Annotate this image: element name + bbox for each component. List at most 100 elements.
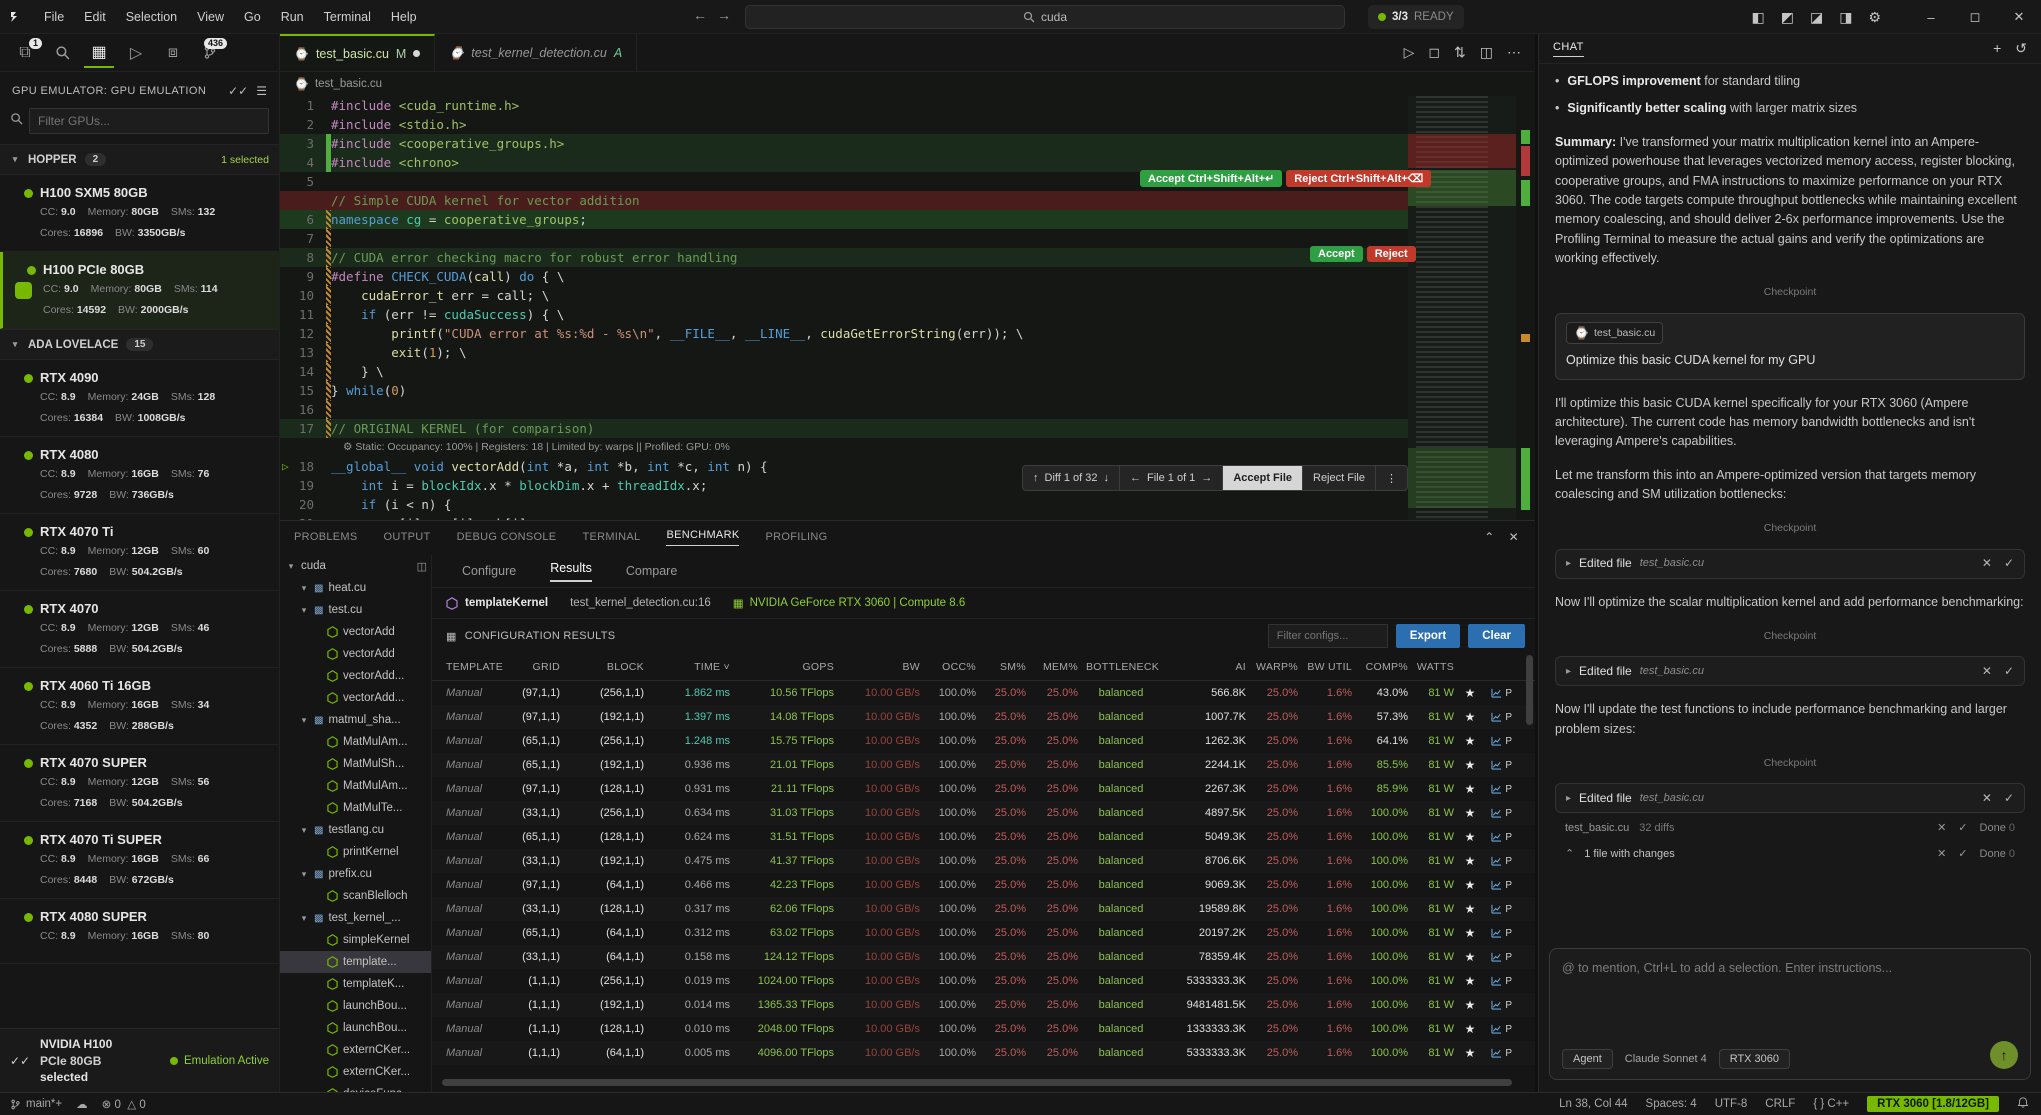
reject-change-button[interactable]: Reject Ctrl+Shift+Alt+⌫ bbox=[1286, 170, 1431, 187]
reject-file-button[interactable]: Reject File bbox=[1303, 466, 1376, 490]
tree-item-vectoradd---[interactable]: vectorAdd... bbox=[280, 665, 431, 687]
eol-sequence[interactable]: CRLF bbox=[1765, 1098, 1795, 1110]
cursor-position[interactable]: Ln 38, Col 44 bbox=[1559, 1098, 1627, 1110]
favorite-star-icon[interactable]: ★ bbox=[1462, 806, 1486, 820]
gpu-card[interactable]: RTX 4070 SUPERCC: 8.9Memory: 12GBSMs: 56… bbox=[0, 745, 279, 822]
favorite-star-icon[interactable]: ★ bbox=[1462, 950, 1486, 964]
favorite-star-icon[interactable]: ★ bbox=[1462, 782, 1486, 796]
column-header-bottleneck[interactable]: BOTTLENECK bbox=[1086, 661, 1164, 673]
chat-messages[interactable]: •GFLOPS improvement for standard tiling•… bbox=[1539, 64, 2041, 880]
encoding[interactable]: UTF-8 bbox=[1715, 1098, 1748, 1110]
table-row[interactable]: Manual(1,1,1)(128,1,1)0.010 ms2048.00 TF… bbox=[432, 1017, 1535, 1041]
keep-icon[interactable]: ✓ bbox=[2004, 789, 2014, 808]
breadcrumb[interactable]: ⌚ test_basic.cu bbox=[280, 72, 1535, 96]
history-icon[interactable]: ↺ bbox=[2015, 40, 2027, 57]
select-all-icon[interactable]: ✓✓ bbox=[228, 84, 248, 98]
accept-file-button[interactable]: Accept File bbox=[1223, 466, 1303, 490]
table-row[interactable]: Manual(33,1,1)(256,1,1)0.634 ms31.03 TFl… bbox=[432, 801, 1535, 825]
menu-go[interactable]: Go bbox=[234, 10, 271, 24]
horizontal-scrollbar[interactable] bbox=[442, 1079, 1512, 1086]
column-header-bw[interactable]: BW bbox=[842, 661, 928, 673]
vertical-scrollbar[interactable] bbox=[1526, 655, 1533, 725]
panel-tab-debug-console[interactable]: DEBUG CONSOLE bbox=[457, 531, 557, 543]
menu-terminal[interactable]: Terminal bbox=[314, 10, 381, 24]
favorite-star-icon[interactable]: ★ bbox=[1462, 686, 1486, 700]
keep-icon[interactable]: ✓ bbox=[1958, 846, 1967, 863]
bell-icon[interactable] bbox=[2017, 1096, 2029, 1112]
layout-bottom-icon[interactable]: ◪ bbox=[1810, 9, 1823, 26]
table-row[interactable]: Manual(1,1,1)(256,1,1)0.019 ms1024.00 TF… bbox=[432, 969, 1535, 993]
profile-chart-button[interactable]: P bbox=[1486, 928, 1520, 939]
chevron-up-icon[interactable]: ⌃ bbox=[1484, 530, 1494, 544]
profile-chart-button[interactable]: P bbox=[1486, 880, 1520, 891]
accept-change-button[interactable]: Accept bbox=[1310, 246, 1363, 262]
file-diffs-row[interactable]: test_basic.cu32 diffs✕✓Done 0 bbox=[1555, 817, 2025, 839]
favorite-star-icon[interactable]: ★ bbox=[1462, 734, 1486, 748]
filter-list-icon[interactable]: ☰ bbox=[256, 84, 267, 98]
more-actions-icon[interactable]: ⋯ bbox=[1507, 44, 1521, 61]
favorite-star-icon[interactable]: ★ bbox=[1462, 974, 1486, 988]
gpu-emulator-view-icon[interactable]: ▦ bbox=[84, 38, 114, 68]
tree-item-test-cu[interactable]: ▾▩test.cu bbox=[280, 599, 431, 621]
menu-run[interactable]: Run bbox=[271, 10, 314, 24]
profile-chart-button[interactable]: P bbox=[1486, 760, 1520, 771]
source-control-icon[interactable]: 436 bbox=[195, 38, 225, 68]
discard-icon[interactable]: ✕ bbox=[1982, 662, 1992, 681]
gpu-status-chip[interactable]: RTX 3060 [1.8/12GB] bbox=[1867, 1096, 1999, 1112]
table-row[interactable]: Manual(65,1,1)(256,1,1)1.248 ms15.75 TFl… bbox=[432, 729, 1535, 753]
favorite-star-icon[interactable]: ★ bbox=[1462, 1022, 1486, 1036]
gpu-card[interactable]: RTX 4090CC: 8.9Memory: 24GBSMs: 128Cores… bbox=[0, 360, 279, 437]
subtab-compare[interactable]: Compare bbox=[626, 564, 677, 578]
panel-tab-output[interactable]: OUTPUT bbox=[384, 531, 431, 543]
column-header-template[interactable]: TEMPLATE bbox=[432, 661, 490, 673]
code-area[interactable]: 1#include <cuda_runtime.h>2#include <std… bbox=[280, 96, 1408, 520]
column-header-sm[interactable]: SM% bbox=[984, 661, 1034, 673]
gpu-card[interactable]: RTX 4080CC: 8.9Memory: 16GBSMs: 76Cores:… bbox=[0, 437, 279, 514]
table-row[interactable]: Manual(97,1,1)(192,1,1)1.397 ms14.08 TFl… bbox=[432, 705, 1535, 729]
column-header-bwutil[interactable]: BW UTIL bbox=[1306, 661, 1360, 673]
gpu-context-chip[interactable]: RTX 3060 bbox=[1719, 1049, 1790, 1069]
favorite-star-icon[interactable]: ★ bbox=[1462, 926, 1486, 940]
column-header-watts[interactable]: WATTS bbox=[1416, 661, 1462, 673]
profile-chart-button[interactable]: P bbox=[1486, 784, 1520, 795]
table-row[interactable]: Manual(1,1,1)(192,1,1)0.014 ms1365.33 TF… bbox=[432, 993, 1535, 1017]
gpu-card[interactable]: RTX 4080 SUPERCC: 8.9Memory: 16GBSMs: 80 bbox=[0, 899, 279, 964]
favorite-star-icon[interactable]: ★ bbox=[1462, 758, 1486, 772]
menu-view[interactable]: View bbox=[187, 10, 234, 24]
diff-nav[interactable]: ↑Diff 1 of 32↓ bbox=[1023, 466, 1120, 490]
split-editor-icon[interactable]: ◫ bbox=[1480, 44, 1493, 61]
codelens[interactable]: ⚙ Static: Occupancy: 100% | Registers: 1… bbox=[280, 438, 730, 457]
column-header-time[interactable]: TIME ˅ bbox=[652, 661, 738, 673]
profile-chart-button[interactable]: P bbox=[1486, 808, 1520, 819]
command-search-input[interactable]: cuda bbox=[745, 5, 1345, 29]
tree-item-test-kernel----[interactable]: ▾▩test_kernel_... bbox=[280, 907, 431, 929]
edited-file-row[interactable]: ▸Edited filetest_basic.cu✕✓ bbox=[1555, 549, 2025, 579]
split-icon[interactable]: ◫ bbox=[417, 560, 427, 573]
sync-icon[interactable]: ☁ bbox=[76, 1097, 88, 1111]
favorite-star-icon[interactable]: ★ bbox=[1462, 902, 1486, 916]
favorite-star-icon[interactable]: ★ bbox=[1462, 878, 1486, 892]
favorite-star-icon[interactable]: ★ bbox=[1462, 1046, 1486, 1060]
profile-chart-button[interactable]: P bbox=[1486, 832, 1520, 843]
explorer-icon[interactable]: ⧉1 bbox=[10, 38, 40, 68]
table-row[interactable]: Manual(97,1,1)(128,1,1)0.931 ms21.11 TFl… bbox=[432, 777, 1535, 801]
keep-icon[interactable]: ✓ bbox=[2004, 662, 2014, 681]
layout-panel-icon[interactable]: ◧ bbox=[1752, 9, 1765, 26]
agent-mode-button[interactable]: Agent bbox=[1562, 1049, 1613, 1069]
run-kernel-icon[interactable]: ▷ bbox=[282, 457, 289, 476]
menu-file[interactable]: File bbox=[34, 10, 74, 24]
tree-item-launchbou---[interactable]: launchBou... bbox=[280, 995, 431, 1017]
table-row[interactable]: Manual(33,1,1)(192,1,1)0.475 ms41.37 TFl… bbox=[432, 849, 1535, 873]
favorite-star-icon[interactable]: ★ bbox=[1462, 998, 1486, 1012]
package-icon[interactable]: ◻ bbox=[1428, 44, 1440, 61]
tree-item-templatek---[interactable]: templateK... bbox=[280, 973, 431, 995]
tree-item-matmulsh---[interactable]: MatMulSh... bbox=[280, 753, 431, 775]
profile-chart-button[interactable]: P bbox=[1486, 904, 1520, 915]
run-file-icon[interactable]: ▷ bbox=[1404, 44, 1415, 61]
files-with-changes-row[interactable]: ⌃1 file with changes✕✓Done 0 bbox=[1555, 843, 2025, 865]
profile-chart-button[interactable]: P bbox=[1486, 1024, 1520, 1035]
git-compare-icon[interactable]: ⇅ bbox=[1454, 44, 1466, 61]
reject-change-button[interactable]: Reject bbox=[1367, 246, 1416, 262]
tree-item-launchbou---[interactable]: launchBou... bbox=[280, 1017, 431, 1039]
profile-chart-button[interactable]: P bbox=[1486, 856, 1520, 867]
